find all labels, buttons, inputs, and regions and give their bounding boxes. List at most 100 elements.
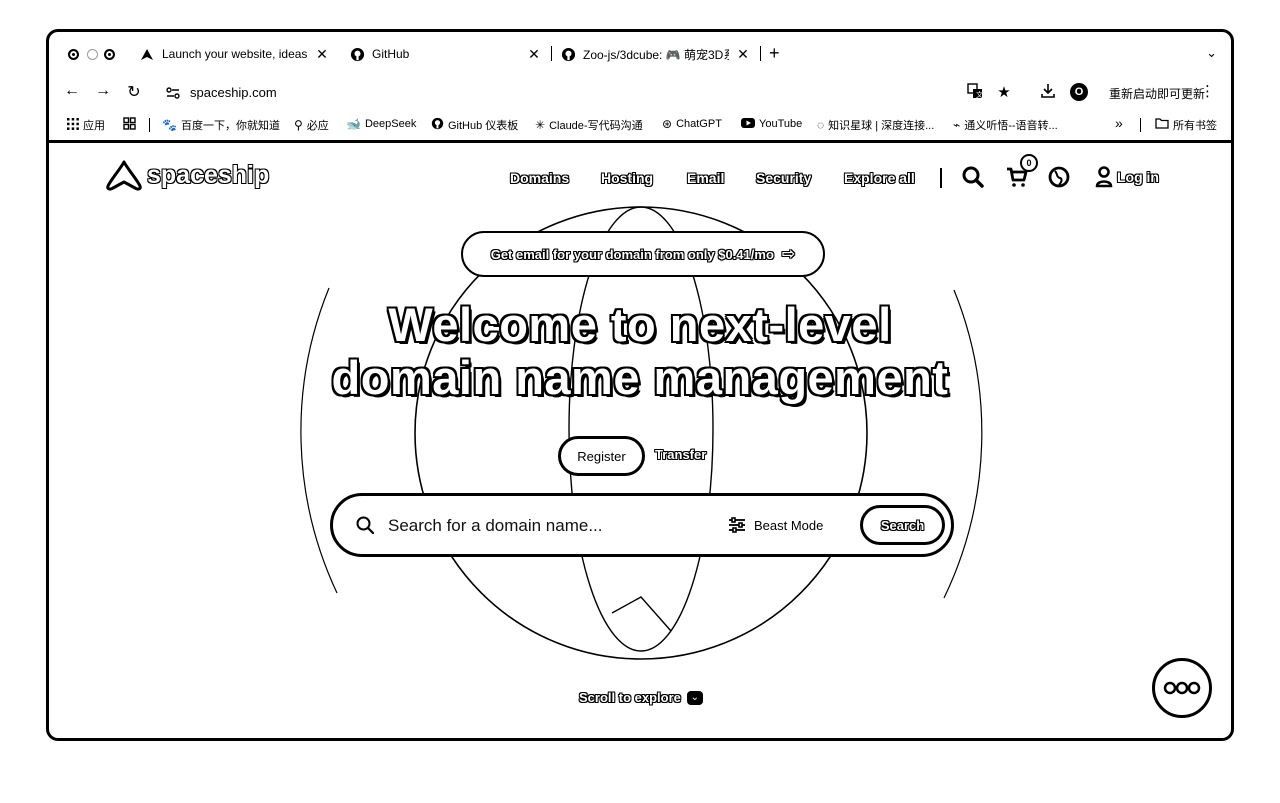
bookmarks-bar: 应用 🐾 百度一下，你就知道 ⚲ 必应 🐋 DeepSeek GitHub 仪表… [49, 112, 1231, 138]
hero-headline: Welcome to next-level domain name manage… [49, 298, 1231, 404]
svg-text:文: 文 [976, 90, 983, 99]
baidu-paw-icon: 🐾 [162, 118, 177, 132]
more-menu-icon[interactable]: ⋮ [1200, 82, 1215, 100]
domain-search-bar: Beast Mode Search [330, 493, 954, 557]
tab-divider [760, 46, 761, 61]
window-minimize-control[interactable] [87, 49, 98, 60]
openai-icon: ⊛ [662, 117, 673, 131]
close-icon[interactable]: ✕ [527, 46, 541, 63]
window-maximize-control[interactable] [104, 49, 115, 60]
spaceship-logo-icon [106, 160, 142, 191]
bookmark-tongyi[interactable]: ⌁ 通义听悟--语音转... [953, 117, 1058, 133]
back-arrow-icon[interactable]: ← [63, 82, 81, 100]
bookmark-star-icon[interactable]: ★ [995, 83, 1013, 101]
bookmark-zsxq[interactable]: ◌ 知识星球 | 深度连接... [817, 117, 934, 133]
reload-icon[interactable]: ↻ [125, 82, 143, 102]
nav-divider [940, 168, 942, 188]
bookmark-youtube[interactable]: YouTube [741, 117, 802, 131]
tab-groups-icon [123, 117, 136, 133]
search-button[interactable]: Search [860, 505, 945, 545]
profile-avatar[interactable]: O [1070, 83, 1088, 101]
translate-icon[interactable]: 文 [966, 83, 984, 103]
login-button[interactable]: Log in [1095, 166, 1159, 188]
bookmark-baidu[interactable]: 🐾 百度一下，你就知道 [162, 117, 280, 133]
bookmark-label: 知识星球 | 深度连接... [828, 120, 935, 132]
tab-register[interactable]: Register [558, 436, 645, 476]
tab-title: Launch your website, ideas, a [162, 47, 308, 61]
bookmark-tab-groups[interactable] [123, 117, 140, 133]
arrow-right-icon: ⇨ [781, 246, 796, 263]
bookmark-label: Claude-写代码沟通 [549, 120, 643, 132]
bookmark-chatgpt[interactable]: ⊛ ChatGPT [662, 117, 722, 131]
browser-tab-spaceship[interactable]: Launch your website, ideas, a ✕ [139, 42, 329, 66]
search-icon [355, 515, 375, 540]
scroll-hint-label: Scroll to explore [579, 690, 681, 705]
tab-divider [551, 46, 552, 61]
tab-transfer[interactable]: Transfer [655, 447, 706, 462]
zsxq-icon: ◌ [817, 118, 825, 132]
nav-security[interactable]: Security [756, 170, 811, 186]
bookmark-label: 百度一下，你就知道 [180, 120, 280, 132]
search-icon[interactable] [961, 165, 985, 194]
beast-mode-toggle[interactable]: Beast Mode [728, 517, 823, 533]
hero-line-1: Welcome to next-level [388, 298, 892, 351]
download-icon[interactable] [1039, 83, 1057, 103]
window-close-control[interactable] [68, 49, 79, 60]
nav-hosting[interactable]: Hosting [601, 170, 653, 186]
browser-window: Launch your website, ideas, a ✕ GitHub ✕… [46, 29, 1234, 741]
browser-tab-github[interactable]: GitHub ✕ [349, 42, 541, 66]
new-tab-button[interactable]: + [769, 43, 780, 64]
bookmark-label: 应用 [83, 120, 105, 132]
chat-dots-icon [1163, 681, 1201, 695]
spaceship-logo[interactable]: spaceship [105, 159, 270, 191]
domain-search-input[interactable] [388, 509, 708, 543]
bing-search-icon: ⚲ [294, 118, 303, 132]
close-icon[interactable]: ✕ [315, 46, 329, 63]
tab-title: GitHub [372, 47, 410, 61]
address-bar[interactable]: spaceship.com [190, 85, 277, 100]
github-icon [431, 117, 444, 133]
forward-arrow-icon[interactable]: → [94, 82, 112, 100]
restart-to-update-button[interactable]: 重新启动即可更新 [1109, 85, 1205, 102]
nav-explore-all[interactable]: Explore all [844, 170, 915, 186]
login-label: Log in [1117, 169, 1159, 185]
github-icon [349, 46, 365, 62]
user-icon [1095, 166, 1113, 188]
bookmark-apps[interactable]: 应用 [67, 117, 105, 133]
apps-grid-icon [67, 117, 79, 133]
bookmark-label: YouTube [759, 118, 803, 130]
promo-text: Get email for your domain from only $0.4… [490, 246, 774, 262]
hero-line-2: domain name management [331, 351, 949, 404]
tab-strip: Launch your website, ideas, a ✕ GitHub ✕… [49, 32, 1231, 74]
bookmarks-overflow-button[interactable]: » [1115, 115, 1123, 131]
bookmark-deepseek[interactable]: 🐋 DeepSeek [346, 117, 416, 131]
github-icon [560, 46, 576, 62]
globe-icon[interactable] [1047, 165, 1071, 194]
bookmark-claude[interactable]: ✳ Claude-写代码沟通 [535, 117, 643, 133]
bookmark-label: 必应 [306, 120, 329, 132]
nav-domains[interactable]: Domains [510, 170, 569, 186]
email-promo-banner[interactable]: Get email for your domain from only $0.4… [461, 231, 825, 277]
bookmark-bing[interactable]: ⚲ 必应 [294, 117, 329, 133]
youtube-icon [741, 117, 755, 131]
close-icon[interactable]: ✕ [736, 46, 750, 63]
bookmark-divider [1140, 118, 1141, 132]
browser-tab-3dcube[interactable]: Zoo-js/3dcube: 🎮 萌宠3D系... ✕ [560, 42, 750, 66]
bookmark-label: DeepSeek [364, 118, 417, 130]
bookmark-label: GitHub 仪表板 [448, 120, 519, 132]
scroll-to-explore[interactable]: Scroll to explore ⌄ [579, 690, 703, 705]
tab-search-chevron-icon[interactable]: ⌄ [1206, 45, 1217, 61]
bookmark-divider [149, 118, 150, 132]
beast-mode-label: Beast Mode [754, 517, 824, 533]
site-settings-icon[interactable] [166, 86, 180, 104]
claude-star-icon: ✳ [535, 118, 546, 132]
bookmark-label: ChatGPT [676, 118, 722, 130]
sliders-icon [729, 517, 745, 533]
nav-email[interactable]: Email [687, 170, 724, 186]
tongyi-icon: ⌁ [953, 118, 961, 132]
all-bookmarks-folder[interactable]: 所有书签 [1155, 117, 1217, 133]
tab-title: Zoo-js/3dcube: 🎮 萌宠3D系... [583, 47, 729, 62]
bookmark-github-dashboard[interactable]: GitHub 仪表板 [431, 117, 518, 133]
live-chat-button[interactable] [1152, 658, 1212, 718]
bookmark-label: 通义听悟--语音转... [964, 120, 1058, 132]
